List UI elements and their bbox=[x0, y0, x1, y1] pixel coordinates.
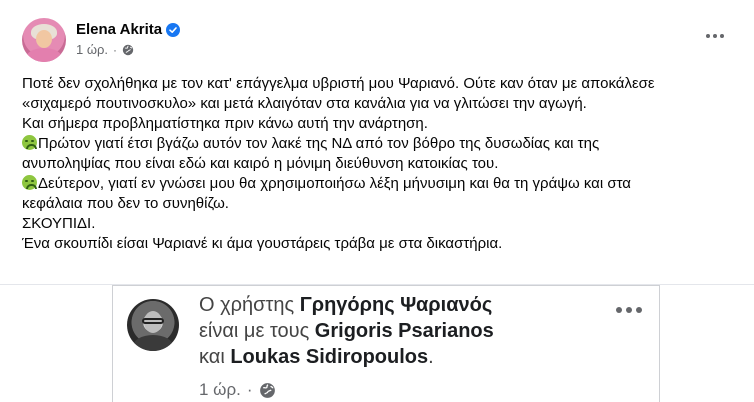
embedded-prefix: Ο χρήστης bbox=[199, 294, 300, 316]
post-line: ΣΚΟΥΠΙΔΙ. bbox=[22, 215, 96, 232]
tagged-user-link[interactable]: Grigoris Psarianos bbox=[315, 320, 494, 342]
post-timestamp[interactable]: 1 ώρ. bbox=[76, 42, 108, 57]
more-dot bbox=[720, 34, 724, 38]
tagged-user-link[interactable]: Loukas Sidiropoulos bbox=[230, 346, 428, 368]
embedded-screenshot[interactable]: Ο χρήστης Γρηγόρης Ψαριανός είναι με του… bbox=[112, 285, 660, 402]
embedded-suffix: . bbox=[428, 346, 434, 368]
post-line: Και σήμερα προβληματίστηκα πριν κάνω αυτ… bbox=[22, 115, 428, 132]
post-options-button[interactable] bbox=[702, 26, 728, 46]
more-dot bbox=[636, 307, 642, 313]
more-dot bbox=[706, 34, 710, 38]
post-body: Ποτέ δεν σχολήθηκα με τον κατ' επάγγελμα… bbox=[22, 74, 742, 254]
post-header: Elena Akrita 1 ώρ. · bbox=[22, 18, 732, 62]
avatar-face bbox=[36, 30, 52, 48]
avatar-body bbox=[26, 48, 62, 62]
post-line: Ένα σκουπίδι είσαι Ψαριανέ κι άμα γουστά… bbox=[22, 235, 503, 252]
post-line: κεφάλαια που δεν το συνηθίζω. bbox=[22, 195, 229, 212]
embedded-timestamp[interactable]: 1 ώρ. bbox=[199, 380, 241, 400]
more-dot bbox=[616, 307, 622, 313]
meta-separator: · bbox=[113, 42, 117, 57]
author-row: Elena Akrita bbox=[76, 21, 181, 38]
embedded-line-2: είναι με τους Grigoris Psarianos bbox=[199, 318, 494, 344]
embedded-author-name[interactable]: Γρηγόρης Ψαριανός bbox=[300, 294, 493, 316]
meta-separator: · bbox=[246, 380, 253, 399]
embedded-line-3: και Loukas Sidiropoulos. bbox=[199, 344, 494, 370]
embedded-header-text: Ο χρήστης Γρηγόρης Ψαριανός είναι με του… bbox=[199, 292, 494, 370]
embedded-prefix: είναι με τους bbox=[199, 320, 315, 342]
more-dot bbox=[626, 307, 632, 313]
post-line: Δεύτερον, γιατί εν γνώσει μου θα χρησιμο… bbox=[22, 174, 742, 194]
embedded-author-avatar[interactable] bbox=[127, 299, 179, 351]
avatar-shoulders bbox=[133, 335, 173, 351]
post-line: ανυποληψίας που είναι εδώ και καιρό η μό… bbox=[22, 155, 499, 172]
globe-icon[interactable] bbox=[122, 44, 134, 56]
post-line: «σιχαμερό πουτινοσκυλο» και μετά κλαιγότ… bbox=[22, 95, 587, 112]
nauseated-face-icon bbox=[22, 135, 37, 150]
author-name[interactable]: Elena Akrita bbox=[76, 21, 162, 38]
author-avatar[interactable] bbox=[22, 18, 66, 62]
embedded-line-1: Ο χρήστης Γρηγόρης Ψαριανός bbox=[199, 292, 494, 318]
facebook-post: Elena Akrita 1 ώρ. · Ποτέ δεν σχολήθηκα … bbox=[0, 0, 754, 402]
globe-icon[interactable] bbox=[259, 382, 276, 399]
post-line-text: Δεύτερον, γιατί εν γνώσει μου θα χρησιμο… bbox=[38, 175, 631, 192]
post-meta: 1 ώρ. · bbox=[76, 42, 134, 57]
nauseated-face-icon bbox=[22, 175, 37, 190]
post-line: Ποτέ δεν σχολήθηκα με τον κατ' επάγγελμα… bbox=[22, 75, 655, 92]
post-line: Πρώτον γιατί έτσι βγάζω αυτόν τον λακέ τ… bbox=[22, 134, 742, 154]
avatar-glasses bbox=[142, 318, 164, 324]
embedded-options-button[interactable] bbox=[613, 300, 645, 320]
verified-badge-icon bbox=[166, 22, 181, 37]
embedded-prefix: και bbox=[199, 346, 231, 368]
post-line-text: Πρώτον γιατί έτσι βγάζω αυτόν τον λακέ τ… bbox=[38, 135, 600, 152]
embedded-post-meta: 1 ώρ. · bbox=[199, 380, 276, 400]
more-dot bbox=[713, 34, 717, 38]
